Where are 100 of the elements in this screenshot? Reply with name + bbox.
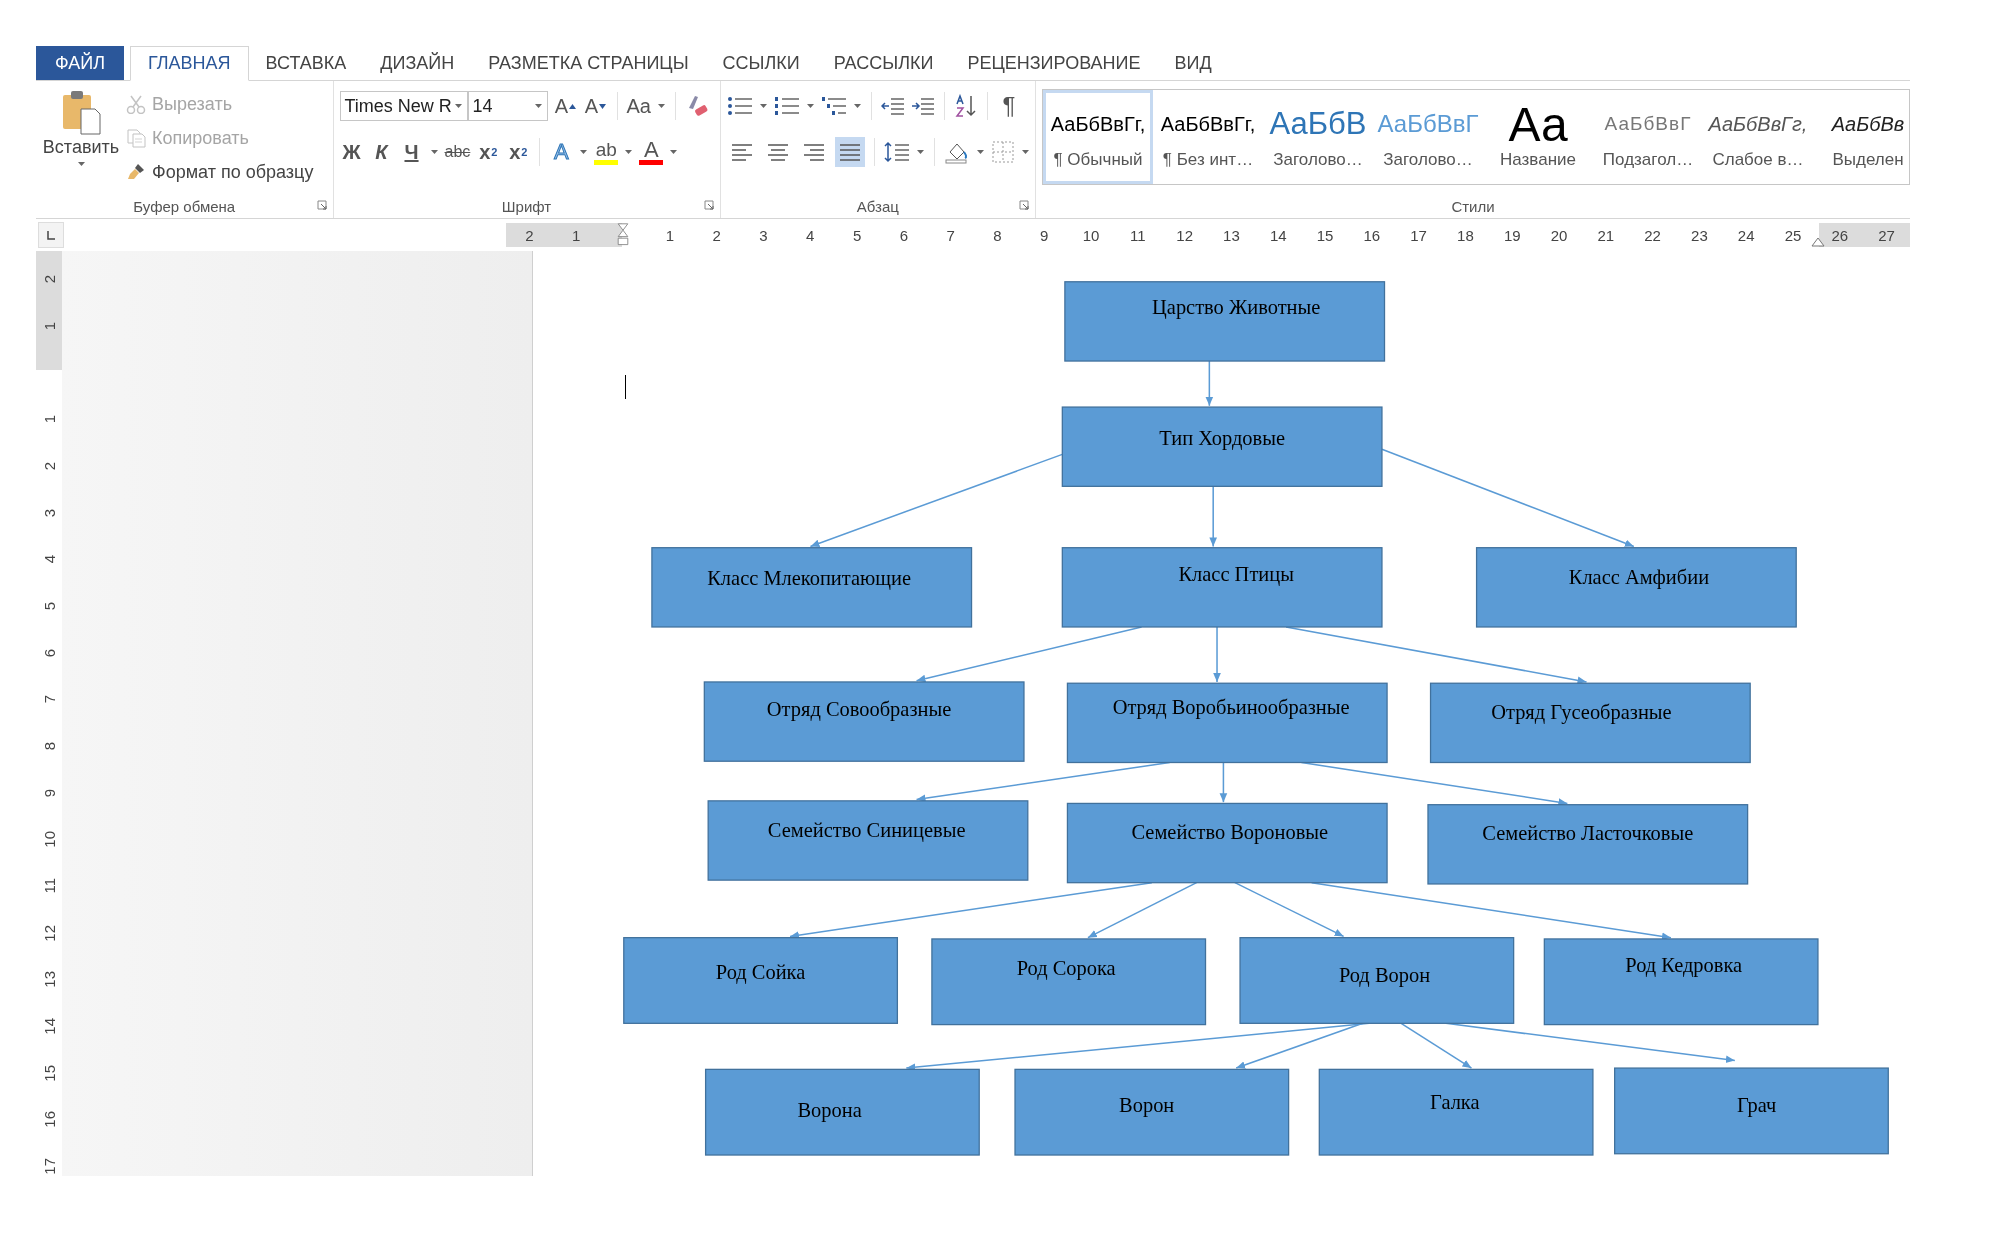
group-label: Буфер обмена bbox=[133, 197, 236, 215]
shrink-font-button[interactable]: A bbox=[583, 91, 608, 121]
ruler-number: 3 bbox=[40, 508, 58, 517]
caret-icon[interactable] bbox=[669, 148, 679, 156]
font-name-field[interactable]: Times New R bbox=[339, 91, 468, 121]
ribbon-tab[interactable]: ГЛАВНАЯ bbox=[130, 46, 249, 81]
multilevel-list-icon[interactable] bbox=[820, 95, 847, 117]
diagram-node: Род Кедровка bbox=[1543, 938, 1819, 1026]
ruler-number: 2 bbox=[40, 461, 58, 471]
caret-icon[interactable] bbox=[429, 148, 439, 156]
caret-icon[interactable] bbox=[579, 148, 589, 156]
connector-arrow bbox=[1205, 360, 1214, 407]
ribbon-tab[interactable]: ВИД bbox=[1157, 46, 1229, 80]
ribbon-tab[interactable]: ДИЗАЙН bbox=[363, 46, 472, 80]
caret-icon[interactable] bbox=[805, 102, 815, 110]
ruler-number: 10 bbox=[40, 831, 58, 848]
ruler-number: 10 bbox=[1082, 226, 1100, 244]
caret-icon[interactable] bbox=[624, 148, 634, 156]
highlight-button[interactable]: ab bbox=[594, 139, 619, 165]
ruler-number: 13 bbox=[40, 971, 58, 988]
grow-font-button[interactable]: A bbox=[553, 91, 578, 121]
increase-indent-icon[interactable] bbox=[910, 96, 935, 116]
align-right-icon bbox=[801, 141, 826, 163]
format-painter-button[interactable]: Формат по образцу bbox=[126, 155, 314, 189]
ruler-number: 2 bbox=[40, 275, 58, 284]
ruler-number: 11 bbox=[1130, 226, 1146, 244]
caret-icon[interactable] bbox=[657, 102, 666, 110]
ruler-number: 6 bbox=[40, 648, 58, 657]
diagram-node: Класс Млекопитающие bbox=[651, 547, 973, 628]
style-item[interactable]: АаБбВ Заголово… bbox=[1263, 90, 1373, 184]
ruler-number: 18 bbox=[1457, 226, 1474, 244]
justify-button[interactable] bbox=[834, 137, 865, 167]
dialog-launcher-icon[interactable] bbox=[1019, 200, 1029, 210]
right-indent-marker-icon[interactable] bbox=[1811, 237, 1826, 247]
caret-icon[interactable] bbox=[453, 102, 463, 110]
ribbon-tab[interactable]: ССЫЛКИ bbox=[705, 46, 817, 80]
style-item[interactable]: АаБбВвГ Подзагол… bbox=[1593, 90, 1703, 184]
style-name: Заголово… bbox=[1273, 150, 1363, 170]
style-name: Выделен bbox=[1832, 150, 1904, 170]
style-item[interactable]: АаБбВвГг, Слабое в… bbox=[1703, 90, 1813, 184]
style-item[interactable]: Аа Название bbox=[1483, 90, 1593, 184]
style-item[interactable]: АаБбВвГг, ¶ Без инт… bbox=[1153, 90, 1263, 184]
underline-button[interactable]: Ч bbox=[399, 137, 424, 167]
tab-selector-button[interactable] bbox=[38, 222, 64, 248]
ribbon-tab[interactable]: РАССЫЛКИ bbox=[816, 46, 951, 80]
style-item[interactable]: АаБбВвГг, ¶ Обычный bbox=[1043, 90, 1153, 184]
bullet-list-icon[interactable] bbox=[726, 95, 753, 117]
ribbon-tab[interactable]: РЕЦЕНЗИРОВАНИЕ bbox=[950, 46, 1158, 80]
bold-button[interactable]: Ж bbox=[339, 137, 364, 167]
italic-button[interactable]: К bbox=[369, 137, 394, 167]
down-caret-icon bbox=[599, 103, 607, 109]
caret-icon[interactable] bbox=[533, 102, 543, 110]
caret-icon[interactable] bbox=[915, 148, 925, 156]
sort-icon[interactable] bbox=[953, 94, 978, 118]
diagram-node: Галка bbox=[1318, 1068, 1594, 1156]
diagram-node: Класс Птицы bbox=[1061, 547, 1383, 628]
ruler-number: 24 bbox=[1737, 226, 1755, 244]
ruler-number: 19 bbox=[1503, 226, 1521, 244]
ribbon-tab[interactable]: РАЗМЕТКА СТРАНИЦЫ bbox=[471, 46, 706, 80]
font-size-field[interactable]: 14 bbox=[467, 91, 548, 121]
line-spacing-icon[interactable] bbox=[883, 140, 910, 164]
scissors-icon bbox=[126, 94, 146, 114]
ruler-number: 17 bbox=[1410, 226, 1427, 244]
ruler-number: 17 bbox=[40, 1158, 58, 1175]
paste-button[interactable]: Вставить bbox=[36, 87, 126, 168]
caret-icon[interactable] bbox=[76, 160, 86, 168]
diagram-node: Класс Амфибии bbox=[1475, 547, 1797, 628]
diagram-node: Отряд Воробьинообразные bbox=[1066, 682, 1388, 764]
ruler-number: 1 bbox=[665, 226, 675, 244]
ruler-number: 1 bbox=[40, 321, 58, 331]
show-marks-button[interactable]: ¶ bbox=[996, 92, 1022, 120]
caret-icon[interactable] bbox=[1020, 148, 1030, 156]
style-item[interactable]: АаБбВвГ Заголово… bbox=[1373, 90, 1483, 184]
ruler-number: 15 bbox=[40, 1064, 58, 1082]
style-preview: АаБбВвГ bbox=[1604, 112, 1692, 136]
ruler-number: 9 bbox=[1040, 226, 1049, 244]
dialog-launcher-icon[interactable] bbox=[316, 200, 327, 210]
ribbon-tab[interactable]: ВСТАВКА bbox=[248, 46, 364, 80]
diagram-node: Семейство Ласточковые bbox=[1427, 804, 1749, 885]
caret-icon[interactable] bbox=[852, 102, 862, 110]
ruler-number: 11 bbox=[40, 878, 58, 895]
change-case-button[interactable]: Aa bbox=[626, 91, 651, 121]
file-tab[interactable]: ФАЙЛ bbox=[36, 46, 124, 80]
numbered-list-icon[interactable] bbox=[773, 95, 800, 117]
indent-marker-icon[interactable] bbox=[616, 223, 631, 247]
clipboard-icon bbox=[61, 89, 101, 135]
dialog-launcher-icon[interactable] bbox=[703, 200, 714, 210]
copy-icon bbox=[126, 128, 146, 148]
ruler-number: 14 bbox=[1269, 226, 1287, 244]
font-color-button[interactable]: A bbox=[639, 139, 664, 165]
ruler-number: 15 bbox=[1316, 226, 1334, 244]
ruler-number: 9 bbox=[40, 788, 58, 798]
superscript-button[interactable]: x$^{2}$ bbox=[506, 137, 531, 167]
strikethrough-button[interactable]: abc bbox=[444, 137, 471, 167]
caret-icon[interactable] bbox=[975, 148, 985, 156]
group-label: Абзац bbox=[856, 197, 899, 215]
decrease-indent-icon[interactable] bbox=[880, 96, 905, 116]
style-item[interactable]: АаБбВв Выделен bbox=[1813, 90, 1909, 184]
style-name: Заголово… bbox=[1383, 150, 1473, 170]
caret-icon[interactable] bbox=[758, 102, 768, 110]
